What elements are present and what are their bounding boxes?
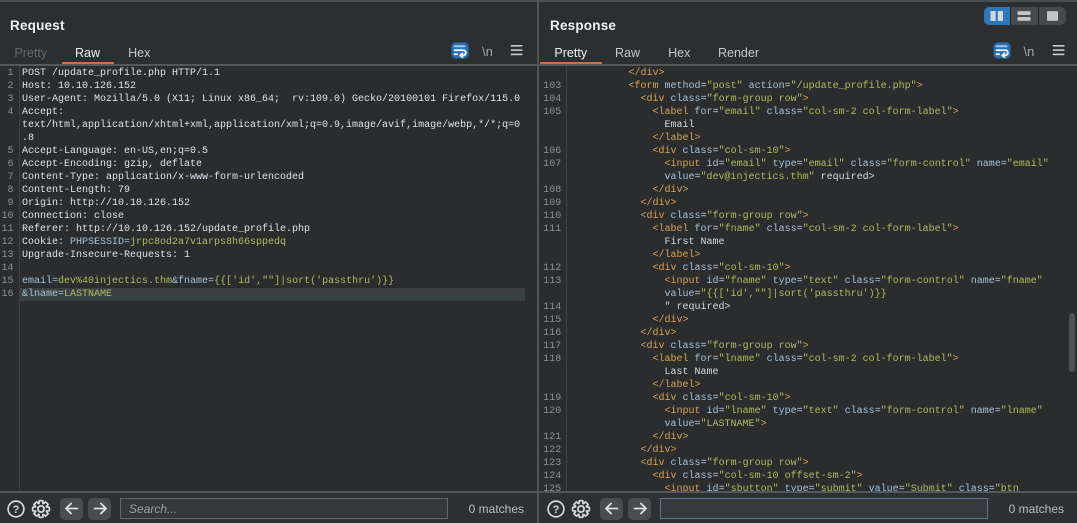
- svg-text:?: ?: [553, 503, 560, 515]
- svg-text:?: ?: [13, 503, 20, 515]
